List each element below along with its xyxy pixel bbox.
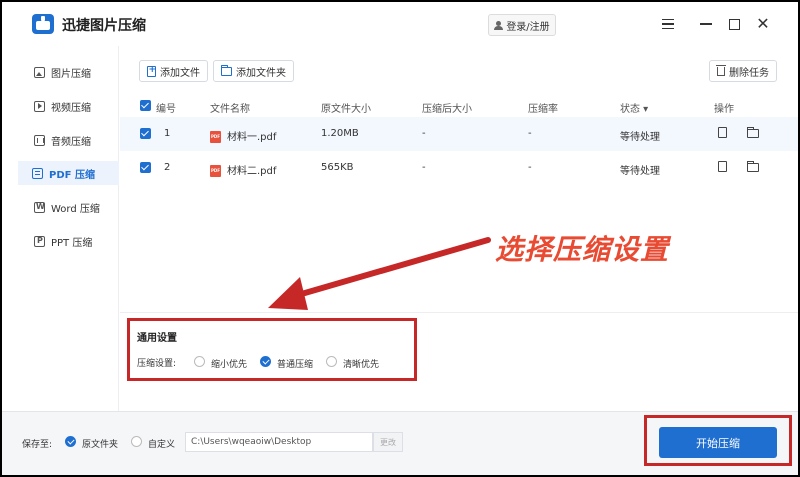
save-path-input[interactable]: C:\Users\wqeaoiw\Desktop	[185, 432, 373, 452]
sidebar-item-image[interactable]: 图片压缩	[20, 60, 114, 84]
minimize-button[interactable]	[696, 14, 716, 34]
row-file-name: PDF 材料一.pdf	[210, 128, 276, 143]
sidebar-item-label: 图片压缩	[51, 68, 91, 80]
add-folder-button[interactable]: 添加文件夹	[213, 60, 294, 82]
preview-file-icon[interactable]	[718, 127, 727, 138]
add-file-icon	[147, 65, 156, 77]
image-icon	[34, 66, 45, 78]
sidebar: 图片压缩 视频压缩 音频压缩 PDF 压缩 Word 压缩 PPT 压缩	[2, 46, 119, 411]
pdf-icon	[32, 167, 43, 179]
video-icon	[34, 100, 45, 112]
open-folder-icon[interactable]	[747, 161, 759, 172]
table-row[interactable]: 1 PDF 材料一.pdf 1.20MB - - 等待处理	[120, 117, 798, 151]
delete-task-label: 删除任务	[729, 67, 769, 79]
close-button[interactable]: ✕	[753, 14, 773, 34]
header-status[interactable]: 状态 ▾	[620, 100, 648, 115]
row-new-size: -	[422, 128, 426, 139]
radio-original-folder[interactable]	[65, 436, 76, 447]
add-file-button[interactable]: 添加文件	[139, 60, 208, 82]
header-index: 编号	[156, 104, 176, 115]
login-label: 登录/注册	[506, 21, 550, 33]
row-status: 等待处理	[620, 132, 660, 143]
settings-highlight-box	[127, 318, 417, 381]
row-file-name: PDF 材料二.pdf	[210, 162, 276, 177]
folder-icon	[221, 64, 232, 76]
pdf-file-icon: PDF	[210, 131, 221, 143]
sidebar-item-pdf[interactable]: PDF 压缩	[18, 161, 119, 185]
add-file-label: 添加文件	[160, 67, 200, 79]
title-bar: 迅捷图片压缩 登录/注册 ✕	[2, 2, 798, 46]
close-icon: ✕	[756, 14, 770, 33]
add-folder-label: 添加文件夹	[236, 67, 286, 79]
file-name-text: 材料一.pdf	[227, 132, 277, 143]
sidebar-item-ppt[interactable]: PPT 压缩	[20, 229, 114, 253]
annotation-text: 选择压缩设置	[495, 233, 670, 266]
audio-icon	[34, 134, 45, 146]
row-orig-size: 1.20MB	[321, 128, 359, 139]
select-all-checkbox[interactable]	[140, 100, 151, 111]
delete-task-button[interactable]: 删除任务	[709, 60, 777, 82]
app-title: 迅捷图片压缩	[62, 18, 146, 34]
row-new-size: -	[422, 162, 426, 173]
row-ratio: -	[528, 162, 532, 173]
row-status: 等待处理	[620, 166, 660, 177]
header-ops: 操作	[714, 104, 734, 115]
sidebar-item-audio[interactable]: 音频压缩	[20, 128, 114, 152]
row-ratio: -	[528, 128, 532, 139]
row-checkbox[interactable]	[140, 128, 151, 139]
header-orig-size: 原文件大小	[321, 104, 371, 115]
radio-custom-folder[interactable]	[131, 436, 142, 447]
sidebar-item-video[interactable]: 视频压缩	[20, 94, 114, 118]
user-icon	[494, 20, 504, 30]
trash-icon	[716, 64, 726, 76]
change-path-button[interactable]: 更改	[373, 432, 403, 452]
sidebar-item-label: PPT 压缩	[51, 237, 93, 249]
ppt-icon	[34, 235, 45, 247]
row-index: 2	[164, 162, 171, 173]
row-orig-size: 565KB	[321, 162, 354, 173]
menu-icon	[662, 19, 674, 29]
header-ratio: 压缩率	[528, 104, 558, 115]
save-to-label: 保存至:	[22, 440, 53, 450]
start-button-highlight-box	[644, 415, 792, 466]
radio-original-folder-label: 原文件夹	[82, 440, 119, 450]
app-window: 迅捷图片压缩 登录/注册 ✕ 图片压缩 视频压缩 音频压缩 PDF 压缩 W W…	[2, 2, 798, 475]
menu-button[interactable]	[658, 14, 678, 34]
row-index: 1	[164, 128, 171, 139]
file-name-text: 材料二.pdf	[227, 166, 277, 177]
maximize-icon	[728, 18, 740, 30]
header-new-size: 压缩后大小	[422, 104, 472, 115]
sidebar-item-label: PDF 压缩	[49, 169, 95, 181]
row-checkbox[interactable]	[140, 162, 151, 173]
table-row[interactable]: 2 PDF 材料二.pdf 565KB - - 等待处理	[120, 151, 798, 185]
sidebar-item-word[interactable]: Word 压缩	[20, 195, 114, 219]
header-name: 文件名称	[210, 104, 250, 115]
maximize-button[interactable]	[724, 14, 744, 34]
preview-file-icon[interactable]	[718, 161, 727, 172]
app-logo-icon	[32, 14, 54, 34]
word-icon	[34, 201, 45, 213]
sidebar-item-label: Word 压缩	[51, 203, 100, 215]
sidebar-item-label: 音频压缩	[51, 136, 91, 148]
login-button[interactable]: 登录/注册	[488, 14, 556, 36]
pdf-file-icon: PDF	[210, 165, 221, 177]
radio-custom-folder-label: 自定义	[148, 440, 176, 450]
minimize-icon	[700, 23, 712, 25]
sidebar-item-label: 视频压缩	[51, 102, 91, 114]
open-folder-icon[interactable]	[747, 127, 759, 138]
